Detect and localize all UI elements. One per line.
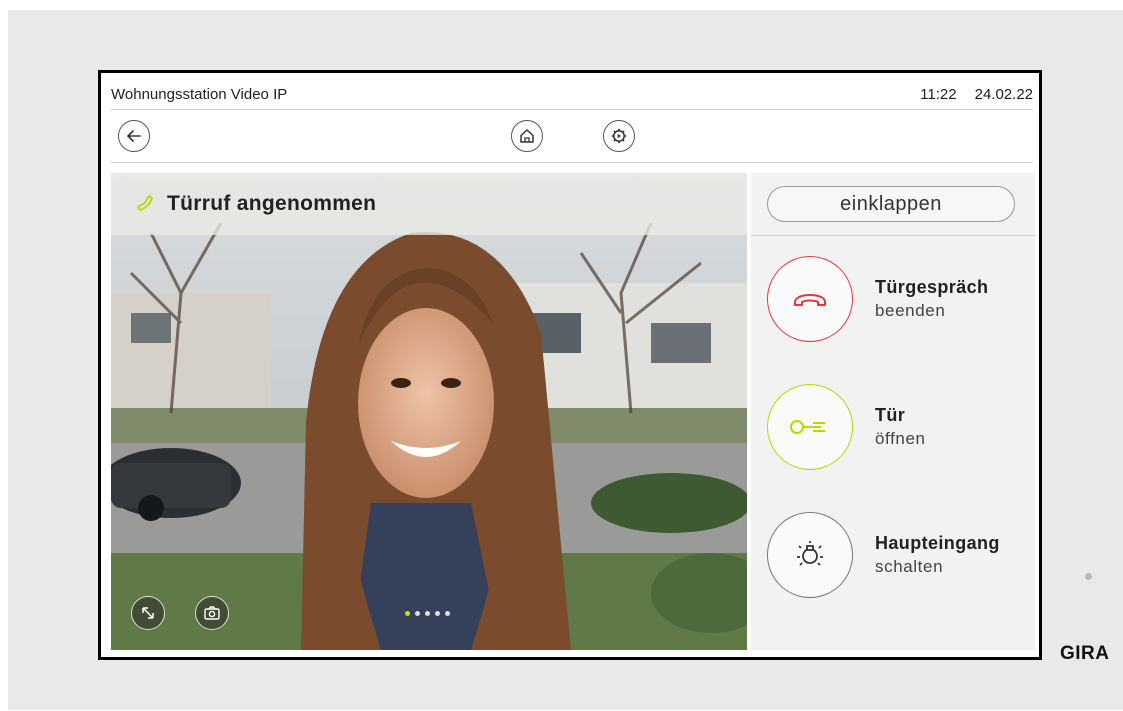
- page-dot[interactable]: [405, 611, 410, 616]
- key-icon: [790, 420, 825, 434]
- home-button[interactable]: [511, 120, 543, 152]
- brand-logo: GIRA: [1060, 643, 1110, 664]
- status-bar: Wohnungsstation Video IP 11:22 24.02.22: [111, 79, 1033, 110]
- video-image: [111, 173, 747, 650]
- open-door-action[interactable]: Tür öffnen: [767, 381, 1027, 473]
- clock-date: 24.02.22: [974, 85, 1033, 103]
- back-button[interactable]: [118, 120, 150, 152]
- end-call-title: Türgespräch: [875, 277, 989, 297]
- clock-time: 11:22: [920, 85, 957, 103]
- fullscreen-button[interactable]: [131, 596, 165, 630]
- main-entrance-button[interactable]: [767, 512, 853, 598]
- main-entrance-title: Haupteingang: [875, 533, 1000, 553]
- end-call-button[interactable]: [767, 256, 853, 342]
- settings-button[interactable]: [603, 120, 635, 152]
- status-datetime: 11:22 24.02.22: [920, 86, 1033, 103]
- call-status-header: Türruf angenommen: [111, 173, 747, 235]
- call-status-text: Türruf angenommen: [167, 192, 377, 215]
- gear-play-icon: [611, 128, 627, 144]
- hang-up-icon: [794, 294, 826, 306]
- camera-icon: [204, 606, 220, 620]
- open-door-title: Tür: [875, 405, 906, 425]
- collapse-button[interactable]: einklappen: [767, 186, 1015, 222]
- end-call-subtitle: beenden: [875, 301, 946, 320]
- phone-icon: [135, 193, 157, 215]
- indicator-led: [1085, 573, 1092, 580]
- main-entrance-action[interactable]: Haupteingang schalten: [767, 509, 1027, 601]
- expand-diagonal-icon: [142, 607, 154, 619]
- display-screen: Wohnungsstation Video IP 11:22 24.02.22: [98, 70, 1042, 660]
- open-door-button[interactable]: [767, 384, 853, 470]
- door-camera-video[interactable]: Türruf angenommen: [111, 173, 747, 650]
- arrow-left-icon: [127, 130, 141, 142]
- page-dot[interactable]: [445, 611, 450, 616]
- light-bulb-icon: [797, 541, 823, 566]
- end-call-action[interactable]: Türgespräch beenden: [767, 253, 1027, 345]
- main-entrance-subtitle: schalten: [875, 557, 944, 576]
- snapshot-button[interactable]: [195, 596, 229, 630]
- page-dot[interactable]: [435, 611, 440, 616]
- toolbar: [111, 110, 1033, 163]
- station-title: Wohnungsstation Video IP: [111, 85, 288, 103]
- home-icon: [520, 129, 534, 143]
- divider: [751, 235, 1035, 236]
- page-indicator: [405, 611, 450, 616]
- open-door-subtitle: öffnen: [875, 429, 926, 448]
- page-dot[interactable]: [425, 611, 430, 616]
- page-dot[interactable]: [415, 611, 420, 616]
- action-panel: einklappen Türgespräch beenden Tür öffne…: [751, 173, 1035, 650]
